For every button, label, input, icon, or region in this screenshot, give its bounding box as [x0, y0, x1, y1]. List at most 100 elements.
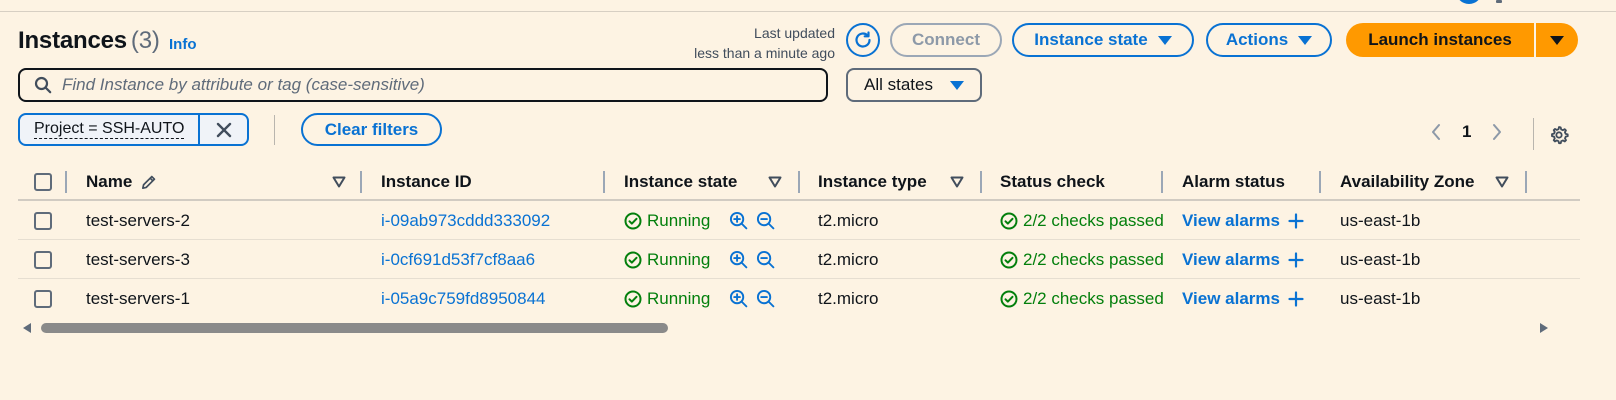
avatar[interactable]	[1456, 0, 1482, 4]
state-zoom-controls	[729, 289, 775, 308]
sort-down-icon[interactable]	[1495, 176, 1509, 188]
view-alarms-link[interactable]: View alarms	[1182, 240, 1304, 279]
column-divider[interactable]	[65, 171, 67, 193]
filter-token: Project = SSH-AUTO	[18, 113, 249, 146]
clear-filters-label: Clear filters	[324, 119, 419, 139]
status-check-text: 2/2 checks passed	[1023, 210, 1164, 230]
caret-down-icon	[1157, 35, 1172, 45]
table-row[interactable]: test-servers-3 i-0cf691d53f7cf8aa6 Runni…	[18, 240, 1580, 279]
instance-state-cell: Running	[624, 279, 775, 318]
column-label: Availability Zone	[1340, 172, 1475, 191]
table-row[interactable]: test-servers-1 i-05a9c759fd8950844 Runni…	[18, 279, 1580, 318]
instance-state-cell: Running	[624, 240, 775, 279]
instance-state-text: Running	[647, 210, 711, 230]
refresh-button[interactable]	[846, 23, 880, 57]
column-divider[interactable]	[360, 171, 362, 193]
actions-button[interactable]: Actions	[1206, 23, 1332, 57]
plus-icon	[1288, 212, 1304, 229]
column-label: Alarm status	[1182, 172, 1285, 191]
select-all-cell	[34, 163, 52, 201]
column-divider[interactable]	[980, 171, 982, 193]
chevron-left-icon	[1432, 124, 1440, 140]
preferences-button[interactable]	[1549, 125, 1569, 145]
zoom-in-icon[interactable]	[729, 211, 748, 230]
column-header-availability-zone[interactable]: Availability Zone	[1340, 163, 1474, 201]
instances-table: Name Instance ID Instance state Instance…	[18, 163, 1580, 318]
next-page-button[interactable]	[1491, 123, 1503, 141]
zoom-out-icon[interactable]	[756, 289, 775, 308]
status-check-cell: 2/2 checks passed	[1000, 201, 1170, 240]
column-header-alarm-status[interactable]: Alarm status	[1182, 163, 1285, 201]
row-checkbox[interactable]	[34, 211, 52, 230]
refresh-icon	[855, 31, 871, 48]
column-divider[interactable]	[798, 171, 800, 193]
check-circle-icon	[624, 212, 642, 230]
instance-state-cell: Running	[624, 201, 775, 240]
state-filter-value: All states	[864, 75, 933, 94]
scroll-right-icon[interactable]	[1540, 323, 1548, 333]
instance-count: (3)	[130, 27, 160, 54]
column-divider[interactable]	[603, 171, 605, 193]
column-divider[interactable]	[1161, 171, 1163, 193]
column-divider[interactable]	[1525, 171, 1527, 193]
last-updated-value: less than a minute ago	[694, 45, 835, 61]
instance-state-text: Running	[647, 288, 711, 308]
column-header-status-check[interactable]: Status check	[1000, 163, 1105, 201]
sort-down-icon[interactable]	[768, 176, 782, 188]
previous-page-button[interactable]	[1430, 123, 1442, 141]
current-page[interactable]: 1	[1462, 122, 1471, 142]
zoom-out-icon[interactable]	[756, 250, 775, 269]
page-title: Instances (3)	[18, 27, 160, 55]
zoom-in-icon[interactable]	[729, 289, 748, 308]
connect-button[interactable]: Connect	[890, 23, 1002, 57]
instance-id-link[interactable]: i-09ab973cddd333092	[381, 201, 550, 240]
view-alarms-label: View alarms	[1182, 210, 1280, 230]
pagination: 1	[1430, 122, 1503, 142]
select-all-checkbox[interactable]	[34, 173, 52, 191]
scrollbar-thumb[interactable]	[41, 323, 668, 333]
launch-options-dropdown[interactable]	[1536, 23, 1578, 57]
state-filter-select[interactable]: All states	[846, 68, 982, 102]
instance-id-link[interactable]: i-05a9c759fd8950844	[381, 279, 545, 318]
row-checkbox[interactable]	[34, 289, 52, 308]
instance-state-button[interactable]: Instance state	[1012, 23, 1194, 57]
view-alarms-link[interactable]: View alarms	[1182, 201, 1304, 240]
info-link[interactable]: Info	[169, 36, 197, 53]
filter-token-label[interactable]: Project = SSH-AUTO	[20, 115, 201, 144]
launch-instances-button[interactable]: Launch instances	[1346, 23, 1534, 57]
column-header-instance-id[interactable]: Instance ID	[381, 163, 472, 201]
table-body: test-servers-2 i-09ab973cddd333092 Runni…	[18, 201, 1580, 318]
availability-zone: us-east-1b	[1340, 210, 1421, 230]
column-header-instance-state[interactable]: Instance state	[624, 163, 737, 201]
column-header-name[interactable]: Name	[86, 163, 157, 201]
status-check-cell: 2/2 checks passed	[1000, 279, 1170, 318]
sort-down-icon[interactable]	[332, 176, 346, 188]
column-divider[interactable]	[1319, 171, 1321, 193]
column-header-instance-type[interactable]: Instance type	[818, 163, 927, 201]
check-circle-icon	[1000, 212, 1018, 230]
connect-label: Connect	[912, 30, 980, 49]
instance-id-link[interactable]: i-0cf691d53f7cf8aa6	[381, 240, 535, 279]
close-icon	[216, 122, 231, 137]
instance-name: test-servers-2	[86, 210, 190, 230]
top-bar-edge	[0, 0, 1616, 12]
view-alarms-link[interactable]: View alarms	[1182, 279, 1304, 318]
column-label: Instance type	[818, 172, 927, 191]
zoom-in-icon[interactable]	[729, 250, 748, 269]
chevron-right-icon	[1493, 124, 1502, 140]
zoom-out-icon[interactable]	[756, 211, 775, 230]
table-row[interactable]: test-servers-2 i-09ab973cddd333092 Runni…	[18, 201, 1580, 240]
last-updated-label: Last updated	[754, 25, 835, 41]
gear-icon	[1551, 126, 1569, 145]
plus-icon	[1288, 290, 1304, 307]
availability-zone: us-east-1b	[1340, 288, 1421, 308]
clear-filters-button[interactable]: Clear filters	[301, 113, 442, 146]
last-updated: Last updated less than a minute ago	[694, 23, 835, 63]
horizontal-scrollbar[interactable]	[18, 321, 1580, 335]
pencil-icon	[142, 175, 156, 189]
row-checkbox[interactable]	[34, 250, 52, 269]
search-input[interactable]	[62, 75, 782, 95]
scroll-left-icon[interactable]	[23, 323, 31, 333]
sort-down-icon[interactable]	[950, 176, 964, 188]
remove-filter-button[interactable]	[200, 115, 247, 144]
